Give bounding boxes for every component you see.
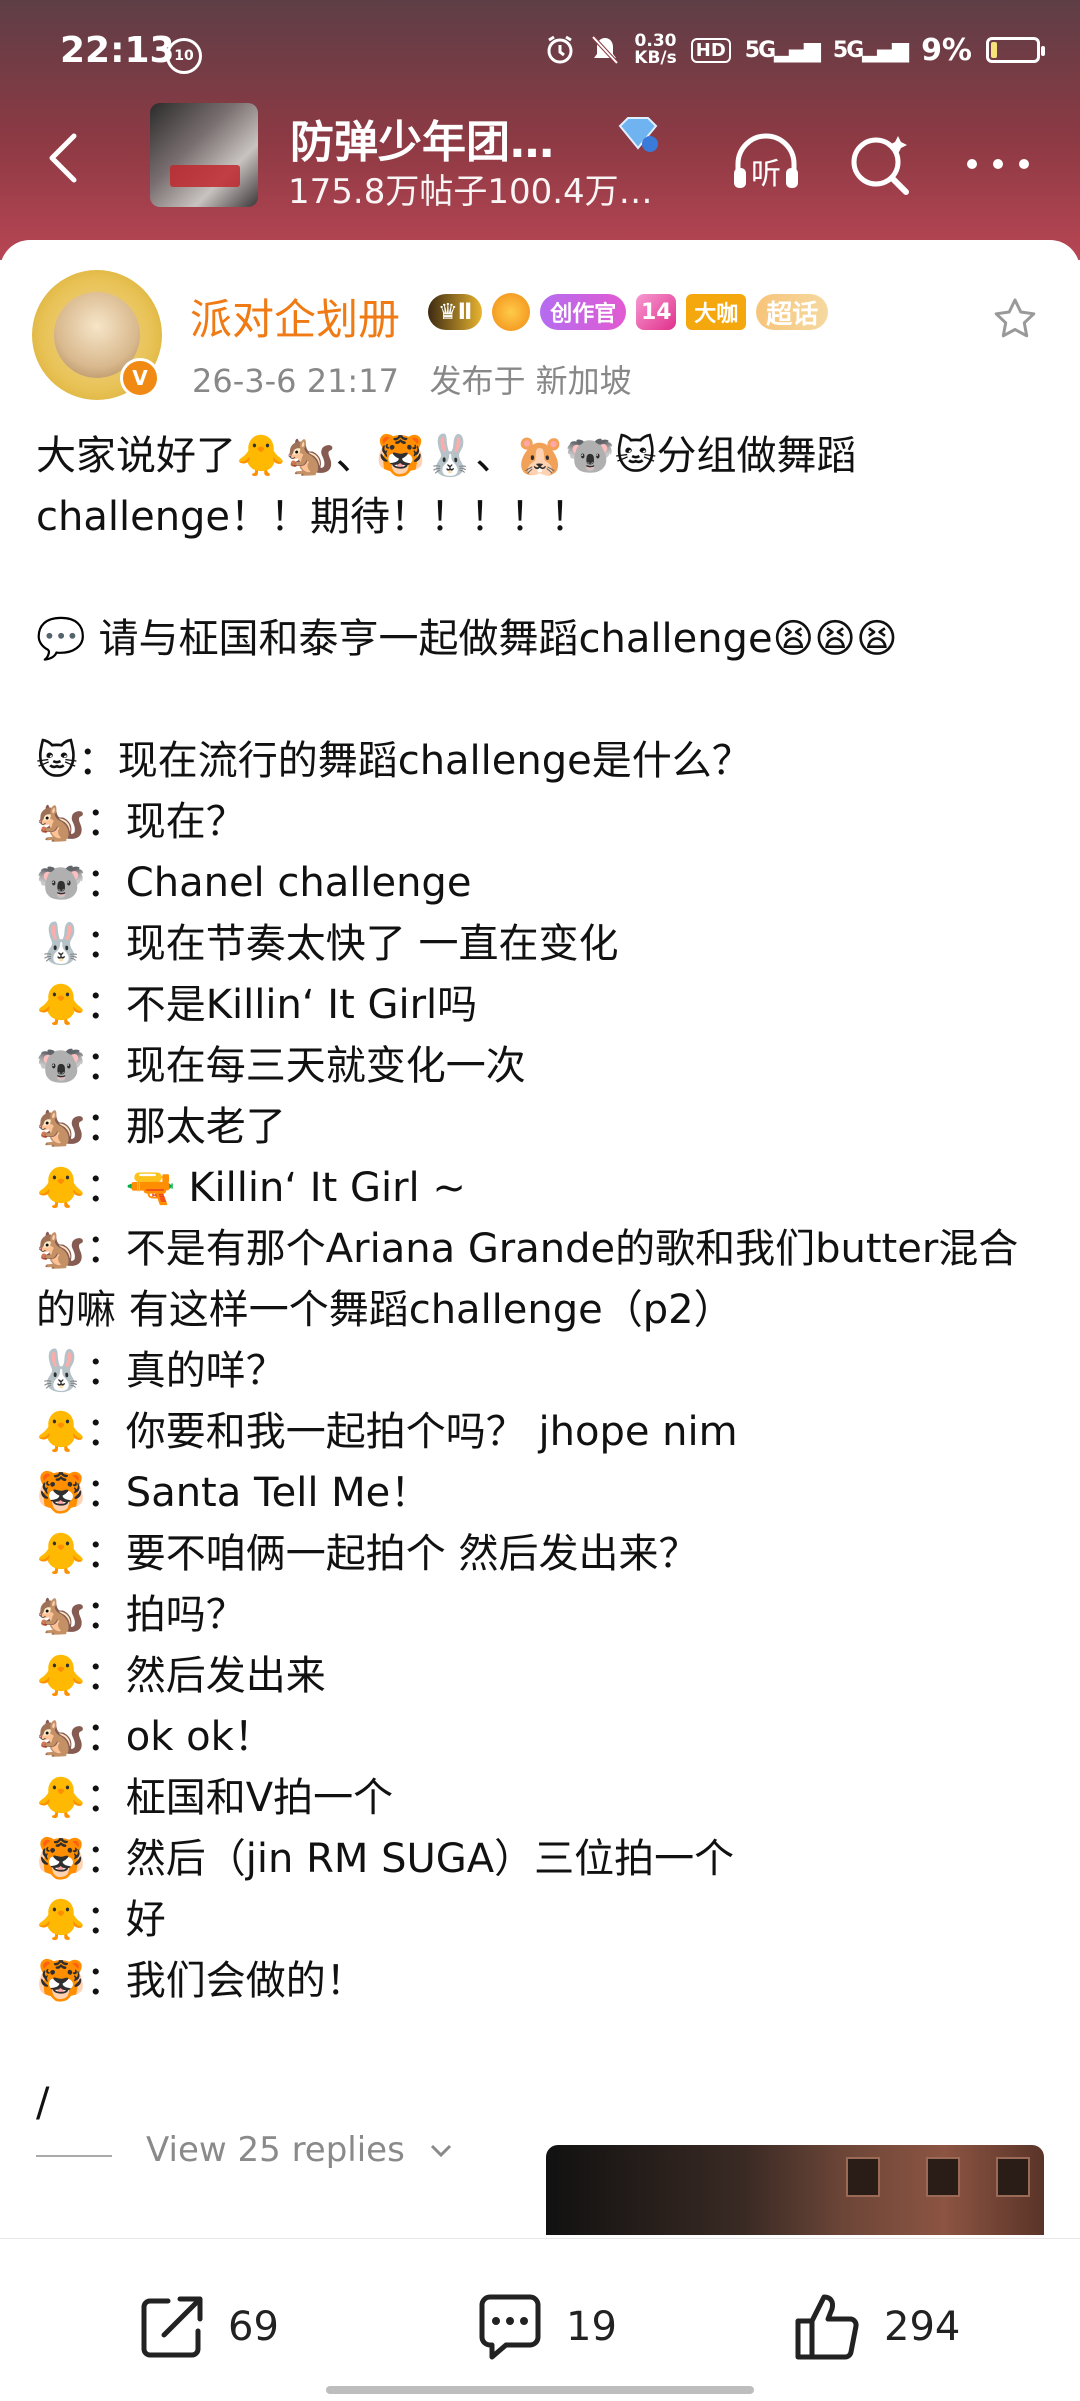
search-icon[interactable]	[840, 124, 920, 204]
creator-badge[interactable]: 创作官	[540, 294, 627, 330]
post-line: 🐯：Santa Tell Me！	[36, 1470, 431, 1516]
star-icon[interactable]	[992, 296, 1038, 342]
post-line: 大家说好了🐥🐿️、🐯🐰、🐹🐨🐱分组做舞蹈challenge！！期待！！！！！	[36, 433, 857, 540]
post-line: 🐥：不是Killin‘ It Girl吗	[36, 982, 478, 1028]
battery-icon	[986, 37, 1045, 63]
network-speed: 0.30 KB/s	[634, 31, 677, 68]
post-meta: 26-3-6 21:17 发布于 新加坡	[192, 356, 632, 402]
signal-5g-1: 5G▂▄▆	[744, 37, 821, 63]
post-line	[36, 548, 1046, 609]
home-indicator[interactable]	[326, 2386, 754, 2394]
post-date: 26-3-6 21:17	[192, 362, 399, 400]
diamond-icon	[618, 117, 658, 152]
more-icon[interactable]	[958, 124, 1038, 204]
replies-divider	[36, 2155, 112, 2157]
view-replies-button[interactable]: View 25 replies	[146, 2130, 456, 2170]
like-count: 294	[884, 2304, 961, 2350]
post-line: 🐯：我们会做的！	[36, 1958, 366, 2004]
post-line: 🐿️：那太老了	[36, 1104, 286, 1150]
post-line: 🐥：好	[36, 1897, 166, 1943]
post-line: /	[36, 2080, 50, 2126]
back-arrow-icon[interactable]	[36, 128, 96, 188]
post-body: 大家说好了🐥🐿️、🐯🐰、🐹🐨🐱分组做舞蹈challenge！！期待！！！！！ 💬…	[36, 426, 1046, 2134]
post-line: 🐥：你要和我一起拍个吗？ jhope nim	[36, 1409, 738, 1455]
action-bar: 69 19 294	[0, 2238, 1080, 2401]
topic-header: 防弹少年团… 175.8万帖子100.4万… 听	[0, 100, 1080, 220]
fan-badge-icon[interactable]	[492, 293, 531, 331]
group-avatar[interactable]	[150, 103, 258, 207]
post-line: 🐥：要不咱俩一起拍个 然后发出来？	[36, 1531, 699, 1577]
crown-level-badge[interactable]: ♛ Ⅱ	[428, 294, 483, 330]
post-line: 🐯：然后（jin RM SUGA）三位拍一个	[36, 1836, 735, 1882]
post-line: 🐿️：不是有那个Ariana Grande的歌和我们butter混合的嘛 有这样…	[36, 1226, 1019, 1333]
post-line: 🐿️：拍吗？	[36, 1592, 246, 1638]
author-badges: ♛ Ⅱ 创作官 14 大咖 超话	[428, 288, 829, 336]
alarm-icon	[547, 35, 573, 64]
post-line: 🐨：现在每三天就变化一次	[36, 1043, 526, 1089]
mute-icon	[591, 35, 619, 65]
comment-button[interactable]: 19	[472, 2287, 617, 2367]
group-title[interactable]: 防弹少年团…	[290, 106, 554, 170]
dk-badge[interactable]: 大咖	[686, 294, 747, 330]
like-button[interactable]: 294	[790, 2287, 960, 2367]
post-line: 🐥：柾国和V拍一个	[36, 1775, 394, 1821]
verified-icon: V	[120, 358, 160, 398]
status-bar: 22:13 10 0.30 KB/s HD 5G▂▄▆ 5G▂▄▆ 9%	[0, 0, 1080, 100]
post-location: 发布于 新加坡	[429, 362, 632, 400]
post-line: 🐰：现在节奏太快了 一直在变化	[36, 921, 619, 967]
share-icon	[141, 2296, 203, 2358]
author-avatar[interactable]: V	[32, 270, 162, 400]
post-line: 🐿️：现在？	[36, 799, 246, 845]
svg-text:听: 听	[751, 157, 781, 192]
signal-5g-2: 5G▂▄▆	[832, 37, 909, 63]
post-line: 💬 请与柾国和泰亨一起做舞蹈challenge😫😫😫	[36, 616, 898, 662]
group-stats: 175.8万帖子100.4万…	[288, 172, 653, 212]
chevron-down-icon	[430, 2144, 451, 2158]
post-line: 🐥：🔫 Killin‘ It Girl ~	[36, 1165, 466, 1211]
author-name[interactable]: 派对企划册	[190, 286, 400, 347]
share-button[interactable]: 69	[134, 2287, 279, 2367]
image-thumbnail[interactable]	[546, 2145, 1044, 2235]
post-line	[36, 670, 1046, 731]
comment-icon	[479, 2294, 541, 2360]
hd-indicator: HD	[690, 37, 731, 63]
share-count: 69	[228, 2304, 279, 2350]
post-line: 🐨：Chanel challenge	[36, 860, 472, 906]
listen-icon[interactable]: 听	[726, 124, 806, 204]
topic-badge[interactable]: 超话	[756, 294, 829, 330]
status-icons: 0.30 KB/s HD 5G▂▄▆ 5G▂▄▆ 9%	[544, 30, 1045, 70]
post-line	[36, 2012, 1046, 2073]
post-line: 🐿️：ok ok！	[36, 1714, 274, 1760]
notification-badge: 10	[166, 38, 202, 74]
comment-count: 19	[566, 2304, 617, 2350]
battery-percent: 9%	[921, 32, 972, 68]
post-line: 🐥：然后发出来	[36, 1653, 326, 1699]
like-icon	[795, 2294, 859, 2360]
post-line: 🐱：现在流行的舞蹈challenge是什么？	[36, 738, 752, 784]
gem-level-badge[interactable]: 14	[636, 294, 677, 330]
status-time: 22:13	[60, 30, 175, 71]
post-line: 🐰：真的咩？	[36, 1348, 286, 1394]
